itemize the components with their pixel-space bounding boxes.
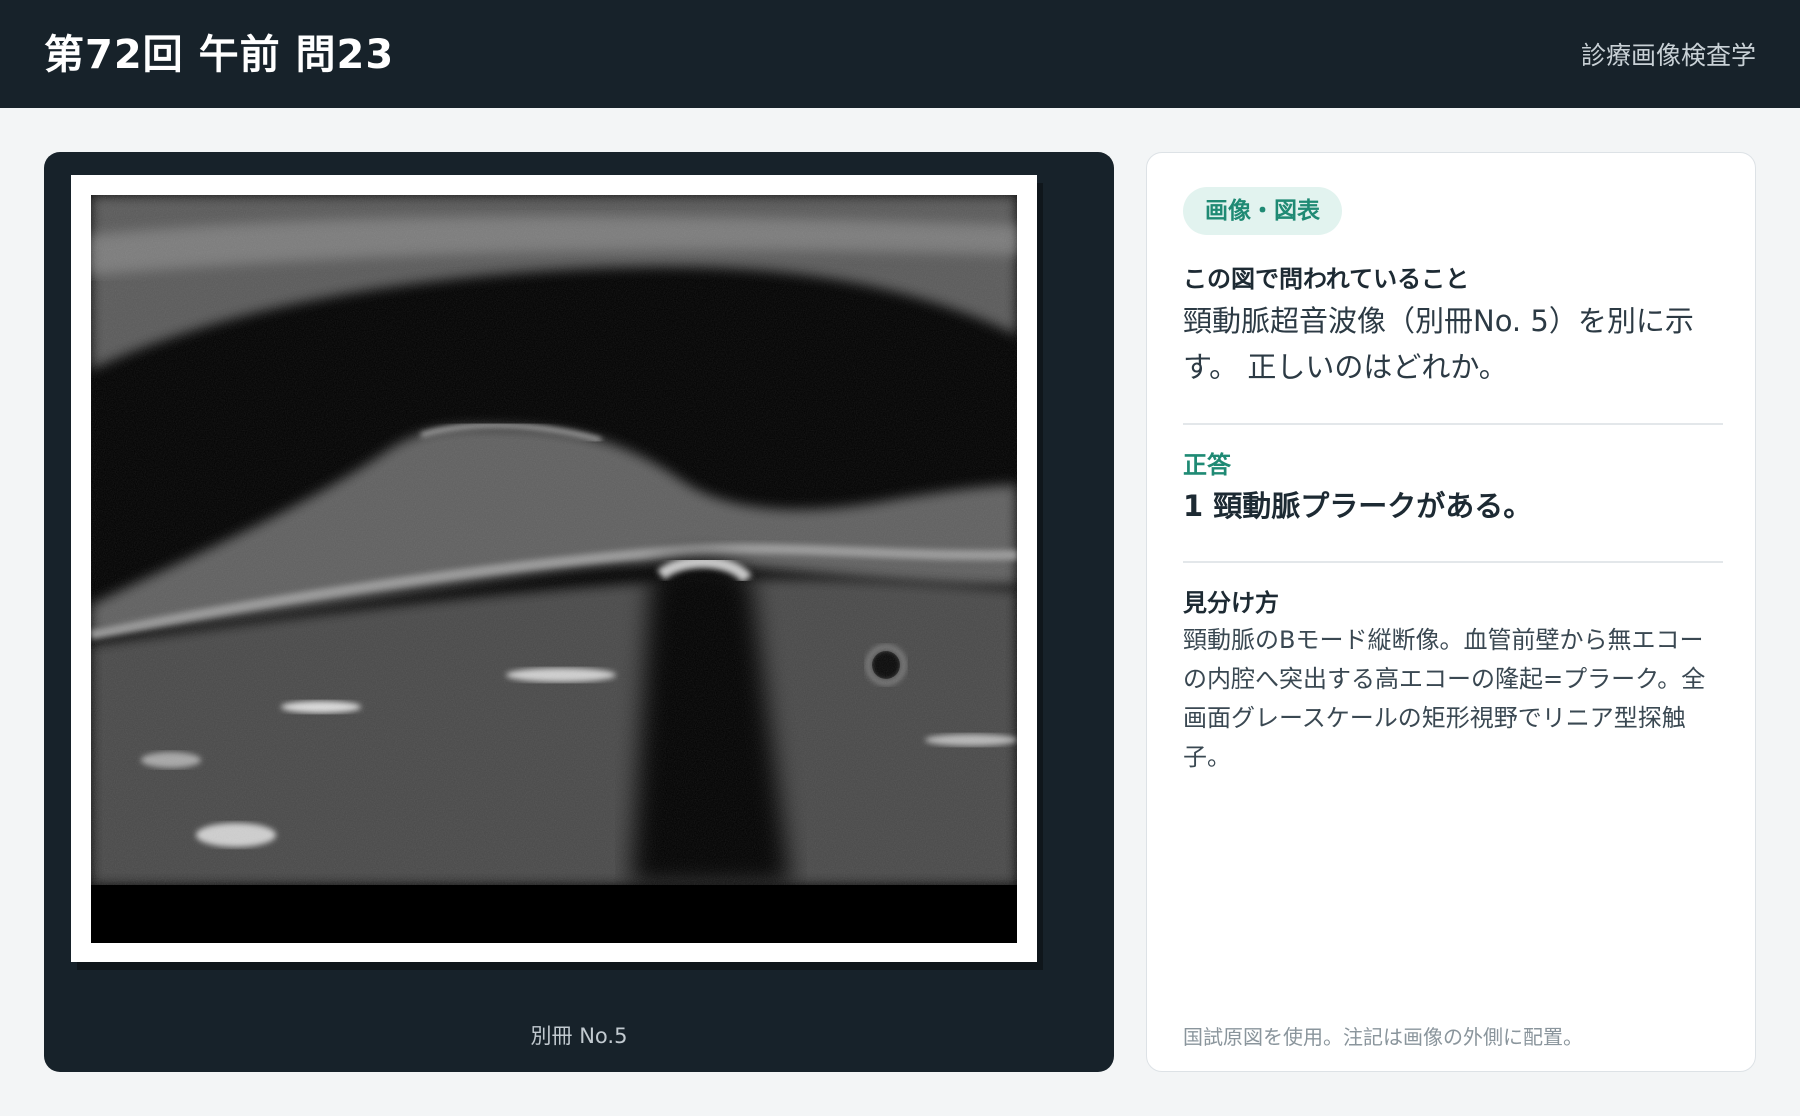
image-viewer: 別冊 No.5 xyxy=(44,152,1114,1072)
ultrasound-image xyxy=(91,195,1017,943)
category-label: 診療画像検査学 xyxy=(1580,41,1756,70)
ultrasound-drawing xyxy=(91,195,1017,943)
header-bar: 第72回 午前 問23 診療画像検査学 xyxy=(0,0,1800,108)
figure-frame xyxy=(71,175,1037,962)
figure-caption: 別冊 No.5 xyxy=(530,1024,628,1048)
footnote: 国試原図を使用。注記は画像の外側に配置。 xyxy=(1183,1025,1583,1049)
tips-heading: 見分け方 xyxy=(1183,589,1279,617)
question-text: 頸動脈超音波像（別冊No. 5）を別に示す。 正しいのはどれか。 xyxy=(1183,304,1694,384)
answer-label: 正答 xyxy=(1183,451,1231,479)
divider xyxy=(1183,561,1723,563)
question-heading: この図で問われていること xyxy=(1183,265,1470,293)
explanation-panel: 画像・図表 この図で問われていること 頸動脈超音波像（別冊No. 5）を別に示す… xyxy=(1146,152,1756,1072)
divider xyxy=(1183,423,1723,425)
tips-text: 頸動脈のBモード縦断像。血管前壁から無エコーの内腔へ突出する高エコーの隆起=プラ… xyxy=(1183,626,1706,771)
page-title: 第72回 午前 問23 xyxy=(44,32,395,78)
category-badge: 画像・図表 xyxy=(1183,187,1342,235)
answer-text: 1 頸動脈プラークがある。 xyxy=(1183,489,1533,523)
